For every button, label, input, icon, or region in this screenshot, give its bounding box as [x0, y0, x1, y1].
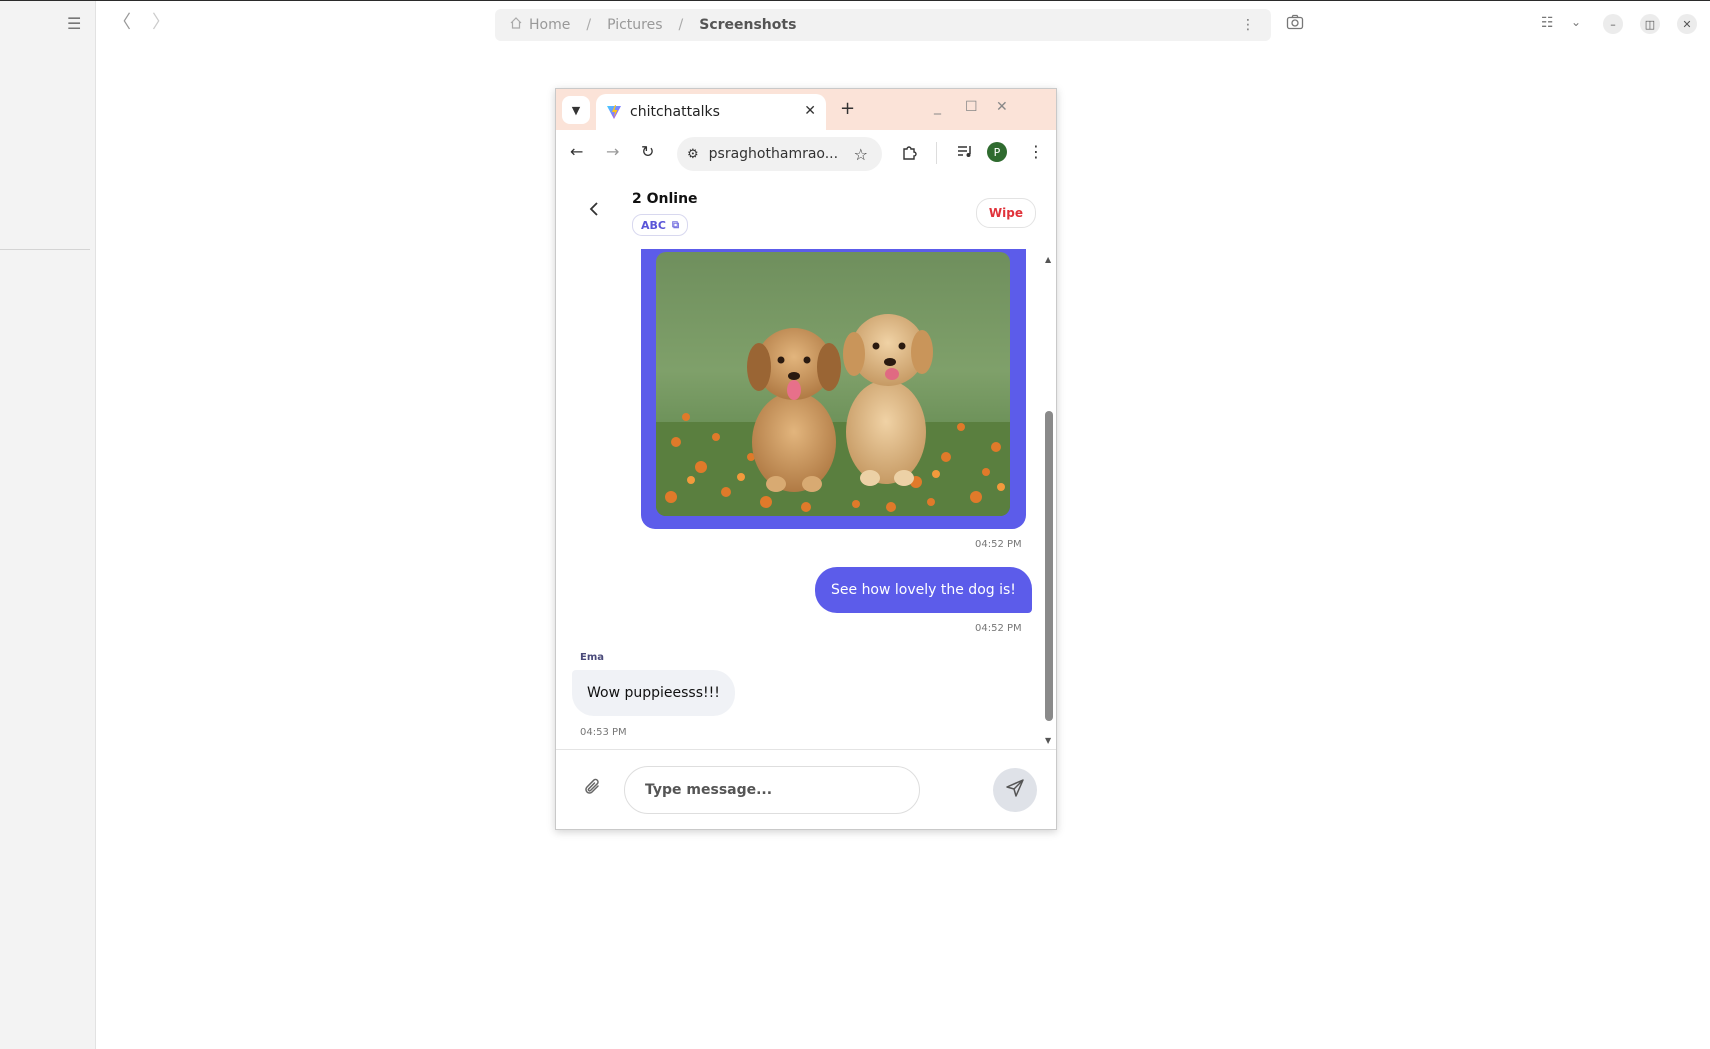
restore-icon[interactable]: ◫	[1640, 14, 1660, 34]
minimize-icon[interactable]: _	[934, 99, 941, 115]
send-button[interactable]	[993, 768, 1037, 812]
path-bar[interactable]: Home / Pictures / Screenshots ⋮	[495, 9, 1271, 41]
star-icon[interactable]: ☆	[854, 145, 868, 164]
kebab-menu-icon[interactable]: ⋮	[1028, 144, 1044, 160]
sender-name: Ema	[580, 652, 604, 663]
chevron-left-icon[interactable]	[588, 201, 600, 222]
minimize-icon[interactable]: –	[1603, 14, 1623, 34]
send-icon	[1005, 778, 1025, 802]
reload-icon[interactable]: ↻	[641, 144, 654, 160]
url-text: psraghothamrao...	[708, 146, 837, 162]
breadcrumb-separator: /	[678, 17, 684, 33]
browser-window: ▼ chitchattalks ✕ + _ ☐ ✕ ← → ↻ ⚙ psragh…	[555, 88, 1057, 830]
chevron-right-icon[interactable]: 〉	[152, 14, 170, 32]
top-border	[0, 0, 1710, 1]
tab-title: chitchattalks	[630, 104, 720, 120]
sidebar-divider	[0, 249, 90, 250]
tab-search-chevron-down-icon[interactable]: ▼	[562, 96, 590, 124]
room-code: ABC	[641, 218, 666, 232]
breadcrumb-screenshots[interactable]: Screenshots	[699, 17, 796, 33]
copy-icon[interactable]: ⧉	[672, 220, 679, 231]
wipe-button[interactable]: Wipe	[975, 198, 1036, 228]
scrollbar-thumb[interactable]	[1045, 411, 1053, 721]
chat-header: 2 Online ABC ⧉ Wipe	[556, 177, 1056, 250]
toolbar-separator	[936, 142, 937, 164]
close-icon[interactable]: ✕	[996, 99, 1008, 115]
media-control-icon[interactable]	[957, 144, 974, 162]
puppies-photo[interactable]	[656, 252, 1010, 516]
chevron-down-icon[interactable]: ⌄	[1571, 16, 1581, 28]
paperclip-icon[interactable]	[584, 778, 602, 803]
breadcrumb-home[interactable]: Home	[529, 17, 570, 33]
browser-toolbar: ← → ↻ ⚙ psraghothamrao... ☆ P ⋮	[556, 130, 1056, 178]
browser-tab[interactable]: chitchattalks ✕	[596, 94, 826, 130]
message-timestamp: 04:53 PM	[580, 727, 627, 738]
message-list[interactable]: 04:52 PM See how lovely the dog is! 04:5…	[556, 249, 1056, 749]
puzzle-icon[interactable]	[901, 144, 918, 164]
message-timestamp: 04:52 PM	[975, 623, 1022, 634]
scroll-down-arrow-icon[interactable]: ▼	[1045, 736, 1051, 745]
online-count: 2 Online	[632, 191, 698, 207]
tab-strip: ▼ chitchattalks ✕ + _ ☐ ✕	[556, 89, 1056, 130]
scroll-up-arrow-icon[interactable]: ▲	[1045, 255, 1051, 264]
vite-logo-icon	[606, 104, 622, 120]
room-code-badge[interactable]: ABC ⧉	[632, 214, 689, 236]
home-icon	[509, 16, 523, 34]
breadcrumb-pictures[interactable]: Pictures	[607, 17, 662, 33]
image-message-bubble[interactable]	[641, 249, 1026, 529]
list-view-icon[interactable]: ☷	[1541, 16, 1554, 30]
address-bar[interactable]: ⚙ psraghothamrao... ☆	[677, 137, 882, 171]
message-input[interactable]	[624, 766, 920, 814]
arrow-left-icon[interactable]: ←	[570, 144, 583, 160]
camera-icon[interactable]	[1286, 14, 1304, 33]
message-composer	[556, 749, 1056, 829]
incoming-message-bubble[interactable]: Wow puppieesss!!!	[572, 670, 735, 716]
close-icon[interactable]: ✕	[1677, 14, 1697, 34]
file-manager-sidebar	[0, 1, 96, 1049]
breadcrumb-separator: /	[586, 17, 592, 33]
message-timestamp: 04:52 PM	[975, 539, 1022, 550]
tune-icon[interactable]: ⚙	[687, 147, 699, 162]
maximize-icon[interactable]: ☐	[965, 99, 978, 115]
outgoing-message-bubble[interactable]: See how lovely the dog is!	[815, 567, 1032, 613]
arrow-right-icon[interactable]: →	[606, 144, 619, 160]
plus-icon[interactable]: +	[840, 98, 855, 119]
close-icon[interactable]: ✕	[804, 103, 816, 119]
profile-avatar[interactable]: P	[987, 142, 1007, 162]
kebab-menu-icon[interactable]: ⋮	[1241, 17, 1255, 33]
hamburger-icon[interactable]: ☰	[67, 16, 81, 32]
chevron-left-icon[interactable]: 〈	[113, 14, 131, 32]
